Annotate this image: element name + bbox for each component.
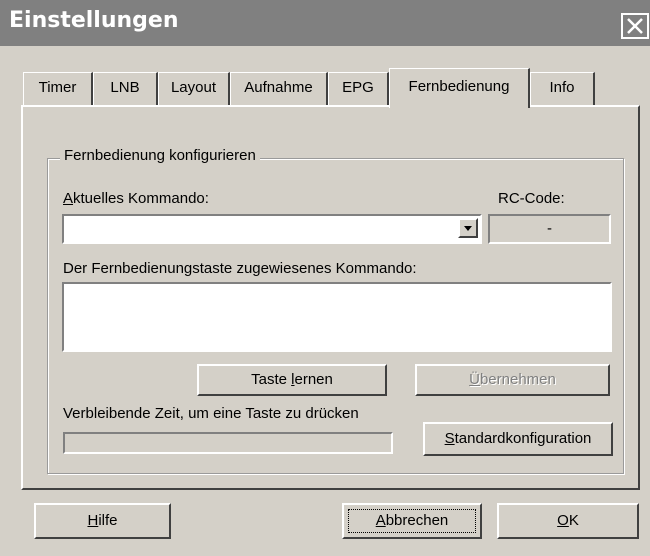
- default-config-button[interactable]: Standardkonfiguration: [423, 422, 613, 456]
- tab-label: Aufnahme: [244, 79, 313, 96]
- focus-indicator: [348, 509, 476, 533]
- label-text: tandardkonfiguration: [454, 430, 592, 447]
- tab-label: Timer: [38, 79, 77, 96]
- rc-code-value: -: [547, 220, 552, 237]
- label-text: bernehmen: [479, 371, 556, 388]
- remaining-time-label: Verbleibende Zeit, um eine Taste zu drüc…: [63, 405, 359, 422]
- help-button[interactable]: Hilfe: [34, 503, 171, 539]
- mnemonic: O: [557, 512, 569, 529]
- tab-layout[interactable]: Layout: [158, 72, 230, 106]
- learn-key-button[interactable]: Taste lernen: [197, 364, 387, 396]
- tab-label: Info: [549, 79, 575, 96]
- apply-button[interactable]: Übernehmen: [415, 364, 610, 396]
- tab-aufnahme[interactable]: Aufnahme: [230, 72, 328, 106]
- tab-info[interactable]: Info: [530, 72, 595, 106]
- mnemonic: A: [63, 190, 74, 207]
- current-command-label: Aktuelles Kommando:: [63, 190, 209, 207]
- label-text: ilfe: [98, 512, 118, 529]
- mnemonic: Ü: [469, 371, 480, 388]
- label-text: ernen: [294, 371, 333, 388]
- rc-code-label: RC-Code:: [498, 190, 565, 207]
- mnemonic: S: [444, 430, 455, 447]
- chevron-down-icon[interactable]: [458, 218, 478, 238]
- tab-timer[interactable]: Timer: [23, 72, 93, 106]
- tab-epg[interactable]: EPG: [328, 72, 389, 106]
- tab-label: LNB: [110, 79, 140, 96]
- current-command-select[interactable]: [62, 214, 482, 244]
- settings-dialog: Einstellungen Timer LNB Layout Aufnahme …: [0, 0, 650, 556]
- title-bar: Einstellungen: [0, 0, 650, 46]
- close-icon: [627, 18, 643, 34]
- tab-label: Fernbedienung: [408, 78, 510, 95]
- assigned-command-field[interactable]: [62, 282, 612, 352]
- tab-fernbedienung[interactable]: Fernbedienung: [389, 68, 530, 108]
- mnemonic: H: [87, 512, 99, 529]
- tab-label: Layout: [170, 79, 217, 96]
- tab-lnb[interactable]: LNB: [93, 72, 158, 106]
- window-title: Einstellungen: [9, 8, 179, 33]
- label-text: ktuelles Kommando:: [73, 190, 209, 207]
- ok-button[interactable]: OK: [497, 503, 639, 539]
- rc-code-field: -: [488, 214, 611, 244]
- label-text: Taste: [251, 371, 292, 388]
- cancel-button[interactable]: Abbrechen: [342, 503, 482, 539]
- group-title: Fernbedienung konfigurieren: [60, 147, 260, 164]
- assigned-command-label: Der Fernbedienungstaste zugewiesenes Kom…: [63, 260, 417, 277]
- close-button[interactable]: [621, 13, 649, 39]
- label-text: K: [568, 512, 579, 529]
- remaining-time-progress: [63, 432, 393, 454]
- tab-label: EPG: [342, 79, 374, 96]
